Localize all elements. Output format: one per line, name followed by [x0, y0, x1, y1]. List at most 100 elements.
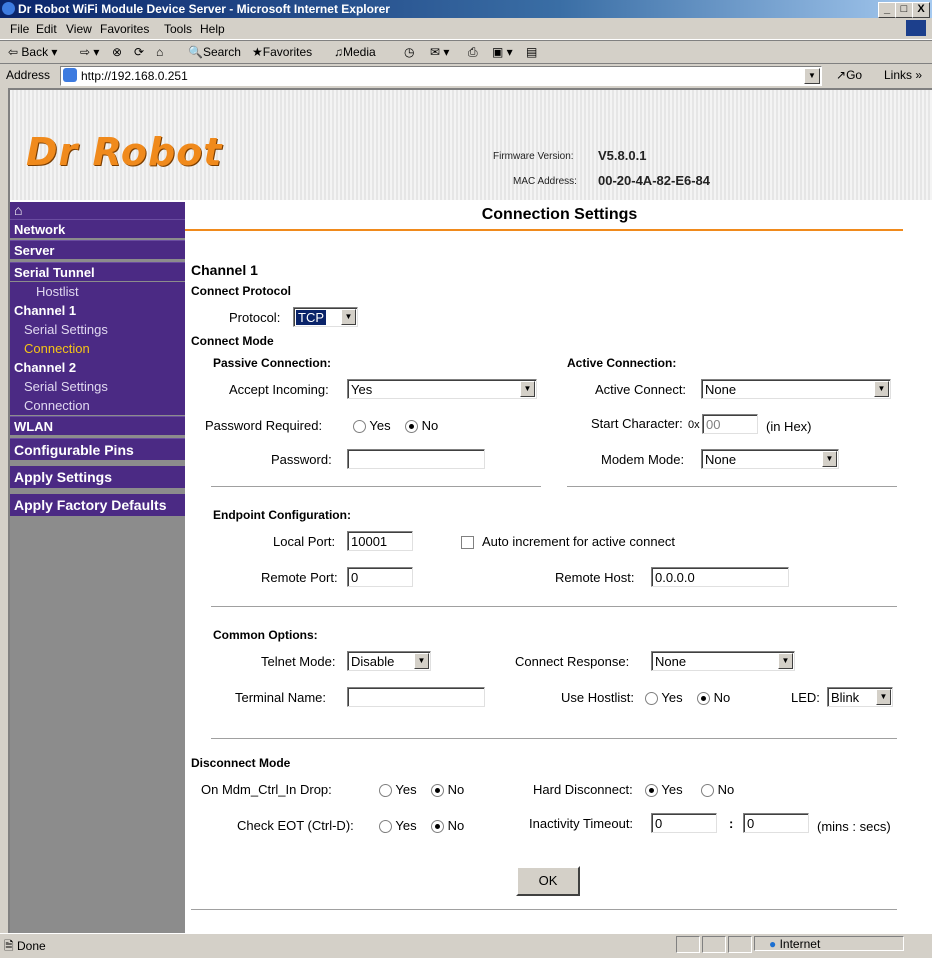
- passive-connection-heading: Passive Connection:: [213, 356, 332, 370]
- remote-port-input[interactable]: 0: [347, 567, 413, 587]
- modem-mode-select[interactable]: None ▼: [701, 449, 839, 469]
- radio-button-selected[interactable]: [645, 784, 658, 798]
- page-header: Dr Robot Firmware Version: V5.8.0.1 MAC …: [10, 90, 932, 200]
- favorites-label: Favorites: [262, 45, 313, 59]
- use-hostlist-yes[interactable]: Yes: [645, 690, 683, 706]
- yes-label: Yes: [369, 418, 391, 433]
- local-port-input[interactable]: 10001: [347, 531, 413, 551]
- mail-icon[interactable]: ✉ ▾: [430, 45, 449, 59]
- start-character-input[interactable]: 00: [702, 414, 758, 434]
- forward-button[interactable]: ⇨ ▾: [80, 45, 99, 59]
- menu-view[interactable]: View: [66, 22, 92, 36]
- dr-robot-logo: Dr Robot: [26, 130, 223, 174]
- media-button[interactable]: ♫Media: [334, 45, 376, 59]
- modem-mode-label: Modem Mode:: [601, 452, 685, 467]
- go-button[interactable]: ↗Go: [836, 68, 862, 82]
- status-zone: ● Internet: [754, 936, 904, 951]
- password-required-no[interactable]: No: [405, 418, 438, 434]
- use-hostlist-no[interactable]: No: [697, 690, 730, 706]
- divider: [211, 486, 541, 488]
- inactivity-mins-input[interactable]: 0: [651, 813, 717, 833]
- sidebar-item-ch1-connection[interactable]: Connection: [10, 339, 185, 358]
- password-required-yes[interactable]: Yes: [353, 418, 391, 434]
- radio-button[interactable]: [379, 820, 392, 834]
- window-title-bar[interactable]: Dr Robot WiFi Module Device Server - Mic…: [0, 0, 932, 18]
- active-connect-select[interactable]: None ▼: [701, 379, 891, 399]
- radio-button-selected[interactable]: [697, 692, 710, 706]
- search-label: Search: [202, 45, 241, 59]
- no-label: No: [447, 782, 465, 797]
- address-dropdown-icon[interactable]: ▼: [804, 68, 820, 84]
- home-toolbar-icon[interactable]: ⌂: [156, 45, 163, 59]
- password-input[interactable]: [347, 449, 485, 469]
- terminal-name-input[interactable]: [347, 687, 485, 707]
- radio-button-selected[interactable]: [405, 420, 418, 434]
- connect-protocol-heading: Connect Protocol: [191, 284, 292, 298]
- close-button[interactable]: X: [912, 2, 930, 18]
- back-button[interactable]: ⇦ Back ▾: [8, 45, 57, 59]
- radio-button-selected[interactable]: [431, 784, 444, 798]
- sidebar-item-channel-1[interactable]: Channel 1: [10, 301, 185, 320]
- menu-edit[interactable]: Edit: [36, 22, 57, 36]
- sidebar-item-ch1-serial-settings[interactable]: Serial Settings: [10, 320, 185, 339]
- history-icon[interactable]: ◷: [404, 45, 414, 59]
- accept-incoming-select[interactable]: Yes ▼: [347, 379, 537, 399]
- protocol-select[interactable]: TCP ▼: [293, 307, 358, 327]
- favorites-button[interactable]: ★Favorites: [252, 45, 312, 59]
- sidebar-item-server[interactable]: Server: [10, 240, 185, 259]
- refresh-icon[interactable]: ⟳: [134, 45, 144, 59]
- protocol-label: Protocol:: [229, 310, 281, 325]
- radio-button[interactable]: [645, 692, 658, 706]
- print-icon[interactable]: ⎙: [468, 45, 478, 60]
- chevron-down-icon: ▼: [822, 451, 837, 467]
- led-select[interactable]: Blink ▼: [827, 687, 893, 707]
- radio-button[interactable]: [379, 784, 392, 798]
- hard-disconnect-label: Hard Disconnect:: [533, 782, 633, 797]
- menu-help[interactable]: Help: [200, 22, 225, 36]
- hard-disconnect-yes[interactable]: Yes: [645, 782, 683, 798]
- sidebar-item-configurable-pins[interactable]: Configurable Pins: [10, 438, 185, 460]
- auto-increment-checkbox[interactable]: [461, 536, 474, 549]
- remote-port-label: Remote Port:: [261, 570, 338, 585]
- check-eot-label: Check EOT (Ctrl-D):: [237, 818, 354, 833]
- ok-button[interactable]: OK: [516, 866, 580, 896]
- sidebar-item-apply-settings[interactable]: Apply Settings: [10, 466, 185, 488]
- hard-disconnect-no[interactable]: No: [701, 782, 734, 798]
- mdm-ctrl-in-drop-label: On Mdm_Ctrl_In Drop:: [201, 782, 332, 797]
- sidebar-item-ch2-connection[interactable]: Connection: [10, 396, 185, 415]
- toolbar: ⇦ Back ▾ ⇨ ▾ ⊗ ⟳ ⌂ 🔍Search ★Favorites ♫M…: [0, 40, 932, 64]
- discuss-icon[interactable]: ▤: [526, 45, 537, 59]
- check-eot-yes[interactable]: Yes: [379, 818, 417, 834]
- sidebar-item-ch2-serial-settings[interactable]: Serial Settings: [10, 377, 185, 396]
- sidebar-item-network[interactable]: Network: [10, 219, 185, 238]
- address-input[interactable]: http://192.168.0.251 ▼: [60, 66, 822, 86]
- telnet-mode-value: Disable: [351, 654, 395, 669]
- check-eot-no[interactable]: No: [431, 818, 464, 834]
- menu-tools[interactable]: Tools: [164, 22, 192, 36]
- stop-icon[interactable]: ⊗: [112, 45, 122, 59]
- radio-button-selected[interactable]: [431, 820, 444, 834]
- menu-favorites[interactable]: Favorites: [100, 22, 149, 36]
- remote-host-input[interactable]: 0.0.0.0: [651, 567, 789, 587]
- inactivity-secs-input[interactable]: 0: [743, 813, 809, 833]
- sidebar-item-channel-2[interactable]: Channel 2: [10, 358, 185, 377]
- radio-button[interactable]: [701, 784, 714, 798]
- menu-file[interactable]: File: [10, 22, 29, 36]
- status-zone-label: Internet: [779, 937, 821, 951]
- sidebar-item-wlan[interactable]: WLAN: [10, 416, 185, 435]
- sidebar-item-hostlist[interactable]: Hostlist: [10, 282, 185, 301]
- sidebar-item-apply-factory-defaults[interactable]: Apply Factory Defaults: [10, 494, 185, 516]
- minimize-button[interactable]: _: [878, 2, 896, 18]
- inactivity-separator: :: [729, 816, 734, 831]
- maximize-button[interactable]: □: [895, 2, 913, 18]
- mdm-ctrl-no[interactable]: No: [431, 782, 465, 798]
- search-button[interactable]: 🔍Search: [188, 45, 241, 59]
- radio-button[interactable]: [353, 420, 366, 434]
- telnet-mode-select[interactable]: Disable ▼: [347, 651, 431, 671]
- edit-icon[interactable]: ▣ ▾: [492, 45, 513, 59]
- connect-response-select[interactable]: None ▼: [651, 651, 795, 671]
- sidebar-item-serial-tunnel[interactable]: Serial Tunnel: [10, 262, 185, 281]
- sidebar-home[interactable]: ⌂: [10, 202, 185, 219]
- mdm-ctrl-yes[interactable]: Yes: [379, 782, 417, 798]
- links-button[interactable]: Links »: [884, 68, 922, 82]
